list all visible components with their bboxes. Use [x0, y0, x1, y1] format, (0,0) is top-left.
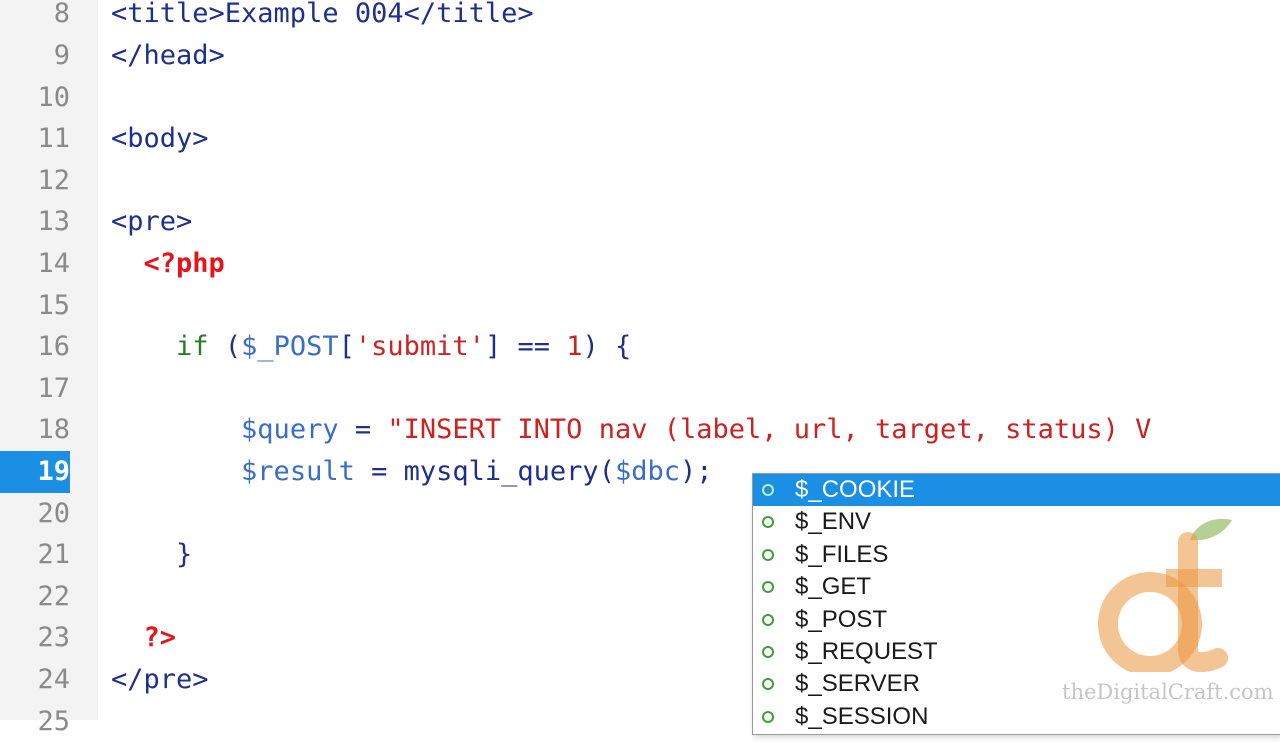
code-token: $result	[241, 456, 355, 487]
line-number: 21	[37, 539, 70, 571]
code-token: "INSERT INTO nav (label, url, target, st…	[387, 414, 1152, 446]
code-line[interactable]: 18 $query = "INSERT INTO nav (label, url…	[0, 409, 1280, 451]
code-line[interactable]: 12	[0, 160, 1280, 202]
code-token: <pre>	[111, 206, 193, 238]
code-token: =	[338, 414, 388, 446]
code-text[interactable]: if ($_POST['submit'] == 1) {	[111, 326, 631, 368]
code-text[interactable]: }	[111, 534, 192, 576]
autocomplete-item-label: $_REQUEST	[795, 637, 938, 665]
autocomplete-item-label: $_COOKIE	[795, 476, 916, 503]
code-token: (	[598, 456, 615, 487]
variable-icon	[762, 484, 774, 496]
code-token: =	[354, 456, 404, 487]
line-number: 17	[37, 372, 70, 404]
autocomplete-item[interactable]: $_COOKIE	[753, 474, 1280, 507]
line-number: 18	[37, 414, 70, 446]
code-token: ] ==	[484, 331, 567, 363]
dc-apple-logo-icon	[1098, 518, 1232, 672]
autocomplete-item-label: $_ENV	[795, 508, 872, 536]
line-number: 20	[37, 497, 70, 529]
line-number: 14	[37, 248, 70, 279]
watermark-text: theDigitalCraft.com	[1062, 680, 1274, 704]
line-number: 15	[37, 289, 70, 321]
code-line[interactable]: 10	[0, 77, 1280, 119]
code-token: <title>Example 004</title>	[111, 0, 534, 30]
code-line[interactable]: 8 <title>Example 004</title>	[0, 0, 1280, 35]
code-line[interactable]: 9 </head>	[0, 35, 1280, 77]
code-token: ?>	[143, 622, 177, 654]
code-token: </pre>	[111, 664, 209, 695]
code-token: );	[680, 456, 713, 487]
variable-icon	[762, 678, 774, 691]
code-token: (	[224, 331, 242, 363]
line-number: 19	[0, 451, 70, 493]
line-number: 25	[37, 705, 70, 737]
line-number: 24	[37, 664, 70, 695]
code-line[interactable]: 13 <pre>	[0, 201, 1280, 243]
line-number: 16	[37, 331, 70, 363]
line-number: 23	[37, 622, 70, 654]
code-token: <?php	[143, 248, 225, 279]
code-token: ) {	[582, 331, 632, 363]
code-text[interactable]: </head>	[111, 35, 225, 77]
line-number: 11	[37, 123, 70, 155]
line-number: 10	[37, 81, 70, 113]
code-token: $query	[241, 414, 339, 446]
line-number: 8	[53, 0, 70, 30]
variable-icon	[762, 516, 774, 529]
autocomplete-item-label: $_POST	[795, 605, 888, 633]
code-line[interactable]: 17	[0, 368, 1280, 410]
variable-icon	[762, 613, 774, 626]
line-number: 22	[37, 580, 70, 612]
code-token: }	[176, 539, 193, 571]
code-token: if	[176, 331, 209, 363]
code-text[interactable]: ?>	[111, 617, 177, 659]
code-text[interactable]: <body>	[111, 118, 209, 160]
code-text[interactable]: <title>Example 004</title>	[111, 0, 534, 35]
code-line[interactable]: 15	[0, 285, 1280, 327]
code-token: 1	[566, 331, 583, 363]
code-token: $dbc	[614, 456, 680, 487]
code-text[interactable]: <pre>	[111, 201, 192, 243]
code-token: [	[338, 331, 355, 363]
code-text[interactable]: $query = "INSERT INTO nav (label, url, t…	[111, 409, 1151, 451]
variable-icon	[762, 710, 774, 723]
code-text[interactable]: </pre>	[111, 659, 209, 701]
autocomplete-item-label: $_SESSION	[795, 702, 929, 730]
autocomplete-item-label: $_SERVER	[795, 670, 920, 698]
autocomplete-item-label: $_FILES	[795, 540, 889, 568]
variable-icon	[762, 548, 774, 561]
code-token: <body>	[111, 123, 209, 155]
code-text[interactable]: <?php	[111, 243, 225, 285]
code-text[interactable]: $result = mysqli_query($dbc);	[111, 451, 713, 493]
line-number: 9	[53, 40, 70, 71]
variable-icon	[762, 645, 774, 658]
code-token: mysqli_query	[403, 456, 599, 487]
line-number: 12	[37, 164, 70, 196]
code-token: </head>	[111, 40, 225, 71]
line-number: 13	[37, 206, 70, 238]
code-line[interactable]: 16 if ($_POST['submit'] == 1) {	[0, 326, 1280, 368]
code-line[interactable]: 11 <body>	[0, 118, 1280, 160]
autocomplete-item[interactable]: $_SESSION	[753, 701, 1280, 733]
code-token: $_POST	[241, 331, 339, 363]
variable-icon	[762, 581, 774, 594]
code-token: 'submit'	[354, 331, 485, 363]
code-line[interactable]: 14 <?php	[0, 243, 1280, 285]
autocomplete-item-label: $_GET	[795, 573, 872, 601]
